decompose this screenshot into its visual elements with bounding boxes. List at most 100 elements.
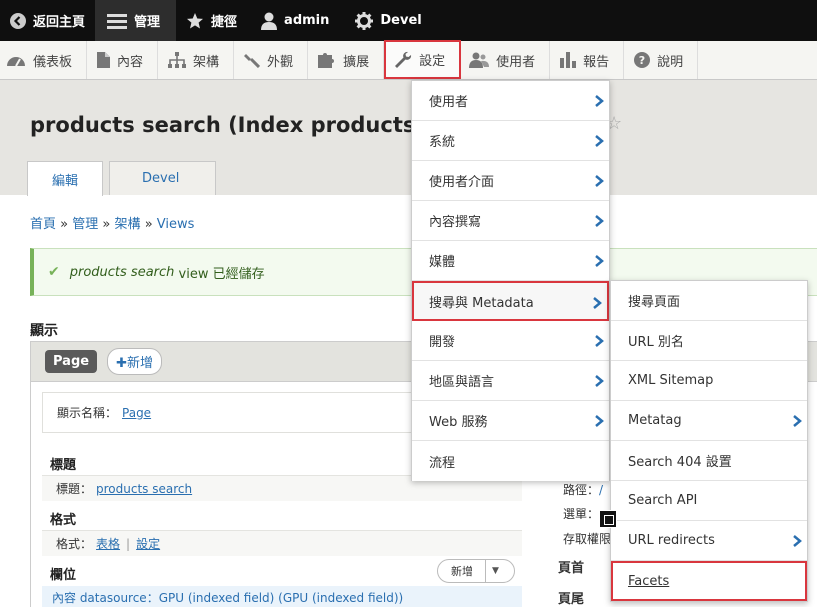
add-field-button[interactable]: 新增	[438, 560, 486, 582]
checkmark-icon: ✔	[48, 264, 60, 280]
devel-label: Devel	[380, 13, 422, 28]
devel-tab[interactable]: Devel	[339, 0, 431, 41]
tray-people[interactable]: 使用者	[461, 41, 551, 79]
back-to-site-link[interactable]: 返回主頁	[0, 0, 95, 41]
user-icon	[261, 12, 278, 30]
header-label: 頁首	[558, 561, 585, 576]
tray-dashboard[interactable]: 儀表板	[0, 41, 88, 79]
menu-item-development[interactable]: 開發	[412, 321, 609, 361]
chevron-right-icon	[595, 215, 604, 227]
admin-tray: 儀表板 內容 架構 外觀 擴展 設定 使用者 報告 ? 說明	[0, 40, 817, 80]
primary-tabs: 編輯 Devel	[27, 161, 222, 196]
submenu-item-search-pages[interactable]: 搜尋頁面	[611, 281, 807, 321]
menu-item-people[interactable]: 使用者	[412, 81, 609, 121]
page-title: products search (Index products fa	[30, 113, 415, 137]
format-label: 格式：	[56, 537, 93, 551]
chevron-right-icon	[595, 135, 604, 147]
add-display-button[interactable]: ✚新增	[107, 348, 162, 375]
puzzle-icon	[318, 52, 336, 68]
chevron-right-icon	[793, 535, 802, 547]
user-tab[interactable]: admin	[247, 0, 339, 41]
breadcrumb-sep: »	[102, 217, 111, 232]
submenu-item-url-redirects[interactable]: URL redirects	[611, 521, 807, 561]
title-heading: 標題	[50, 458, 77, 473]
breadcrumb: 首頁 » 管理 » 架構 » Views	[30, 213, 194, 232]
submenu-item-search-api[interactable]: Search API	[611, 481, 807, 521]
tray-appearance[interactable]: 外觀	[234, 41, 309, 79]
chevron-left-circle-icon	[10, 12, 26, 29]
tray-reports[interactable]: 報告	[550, 41, 625, 79]
hamburger-icon	[107, 13, 128, 29]
tab-devel[interactable]: Devel	[109, 161, 217, 195]
plus-icon: ✚	[116, 356, 127, 371]
back-label: 返回主頁	[33, 15, 86, 30]
status-view-name: products search	[69, 264, 175, 280]
menu-item-user-interface[interactable]: 使用者介面	[412, 161, 609, 201]
document-icon	[97, 52, 111, 68]
menu-item-search-metadata[interactable]: 搜尋與 Metadata	[412, 281, 609, 321]
format-settings-link[interactable]: 設定	[136, 535, 160, 552]
menu-item-media[interactable]: 媒體	[412, 241, 609, 281]
footer-label: 頁尾	[558, 592, 585, 607]
status-text: view 已經儲存	[174, 266, 265, 282]
breadcrumb-structure[interactable]: 架構	[115, 217, 141, 232]
menu-item-regional[interactable]: 地區與語言	[412, 361, 609, 401]
tray-structure-label: 架構	[193, 54, 220, 70]
format-heading: 格式	[50, 513, 77, 528]
tray-people-label: 使用者	[496, 54, 536, 70]
mouse-cursor-icon	[599, 510, 617, 528]
menu-item-web-services[interactable]: Web 服務	[412, 401, 609, 441]
admin-toolbar: 返回主頁 管理 捷徑 admin Devel	[0, 0, 817, 41]
format-link[interactable]: 表格	[96, 535, 120, 552]
chevron-right-icon	[595, 375, 604, 387]
chevron-right-icon	[595, 175, 604, 187]
display-name-label: 顯示名稱：	[57, 406, 118, 420]
menu-label: 選單：	[563, 507, 600, 521]
menu-item-content-authoring[interactable]: 內容撰寫	[412, 201, 609, 241]
submenu-item-search-404[interactable]: Search 404 設置	[611, 441, 807, 481]
breadcrumb-home[interactable]: 首頁	[30, 217, 56, 232]
chevron-right-icon	[593, 297, 602, 309]
dashboard-icon	[6, 53, 26, 67]
tray-content-label: 內容	[117, 54, 144, 70]
breadcrumb-views[interactable]: Views	[157, 217, 195, 232]
pipe-separator: |	[126, 536, 131, 551]
tray-reports-label: 報告	[583, 54, 610, 70]
menu-item-system[interactable]: 系統	[412, 121, 609, 161]
add-field-split-button[interactable]: 新增 ▼	[437, 559, 515, 583]
svg-text:?: ?	[639, 54, 645, 67]
tab-edit[interactable]: 編輯	[27, 161, 104, 196]
submenu-item-url-aliases[interactable]: URL 別名	[611, 321, 807, 361]
access-label: 存取權限	[563, 532, 612, 546]
tray-configuration[interactable]: 設定	[384, 40, 462, 79]
submenu-item-metatag[interactable]: Metatag	[611, 401, 807, 441]
add-display-label: 新增	[126, 356, 153, 371]
caret-down-icon[interactable]: ▼	[486, 566, 499, 576]
breadcrumb-admin[interactable]: 管理	[72, 217, 98, 232]
tray-help-label: 說明	[657, 54, 684, 70]
paintbrush-icon	[244, 52, 261, 68]
menu-item-workflow[interactable]: 流程	[412, 441, 609, 481]
chevron-right-icon	[595, 415, 604, 427]
configuration-menu: 使用者 系統 使用者介面 內容撰寫 媒體 搜尋與 Metadata 開發 地區與…	[411, 80, 610, 481]
chevron-right-icon	[595, 95, 604, 107]
tray-help[interactable]: ? 說明	[624, 41, 699, 79]
field-item[interactable]: 內容 datasource：GPU (indexed field) (GPU (…	[42, 586, 522, 607]
tray-structure[interactable]: 架構	[158, 41, 235, 79]
shortcuts-tab[interactable]: 捷徑	[176, 0, 247, 41]
submenu-item-facets[interactable]: Facets	[611, 561, 807, 601]
chevron-right-icon	[595, 335, 604, 347]
tray-dashboard-label: 儀表板	[33, 54, 73, 70]
manage-label: 管理	[134, 15, 161, 30]
display-tab-page[interactable]: Page	[45, 350, 98, 373]
tray-content[interactable]: 內容	[87, 41, 159, 79]
manage-tab[interactable]: 管理	[95, 0, 177, 41]
star-icon	[186, 12, 204, 30]
display-name-link[interactable]: Page	[122, 406, 151, 420]
tray-extend[interactable]: 擴展	[308, 41, 385, 79]
tray-extend-label: 擴展	[343, 54, 370, 70]
submenu-item-xml-sitemap[interactable]: XML Sitemap	[611, 361, 807, 401]
help-icon: ?	[634, 52, 651, 68]
breadcrumb-sep: »	[60, 217, 69, 232]
title-link[interactable]: products search	[96, 482, 192, 496]
